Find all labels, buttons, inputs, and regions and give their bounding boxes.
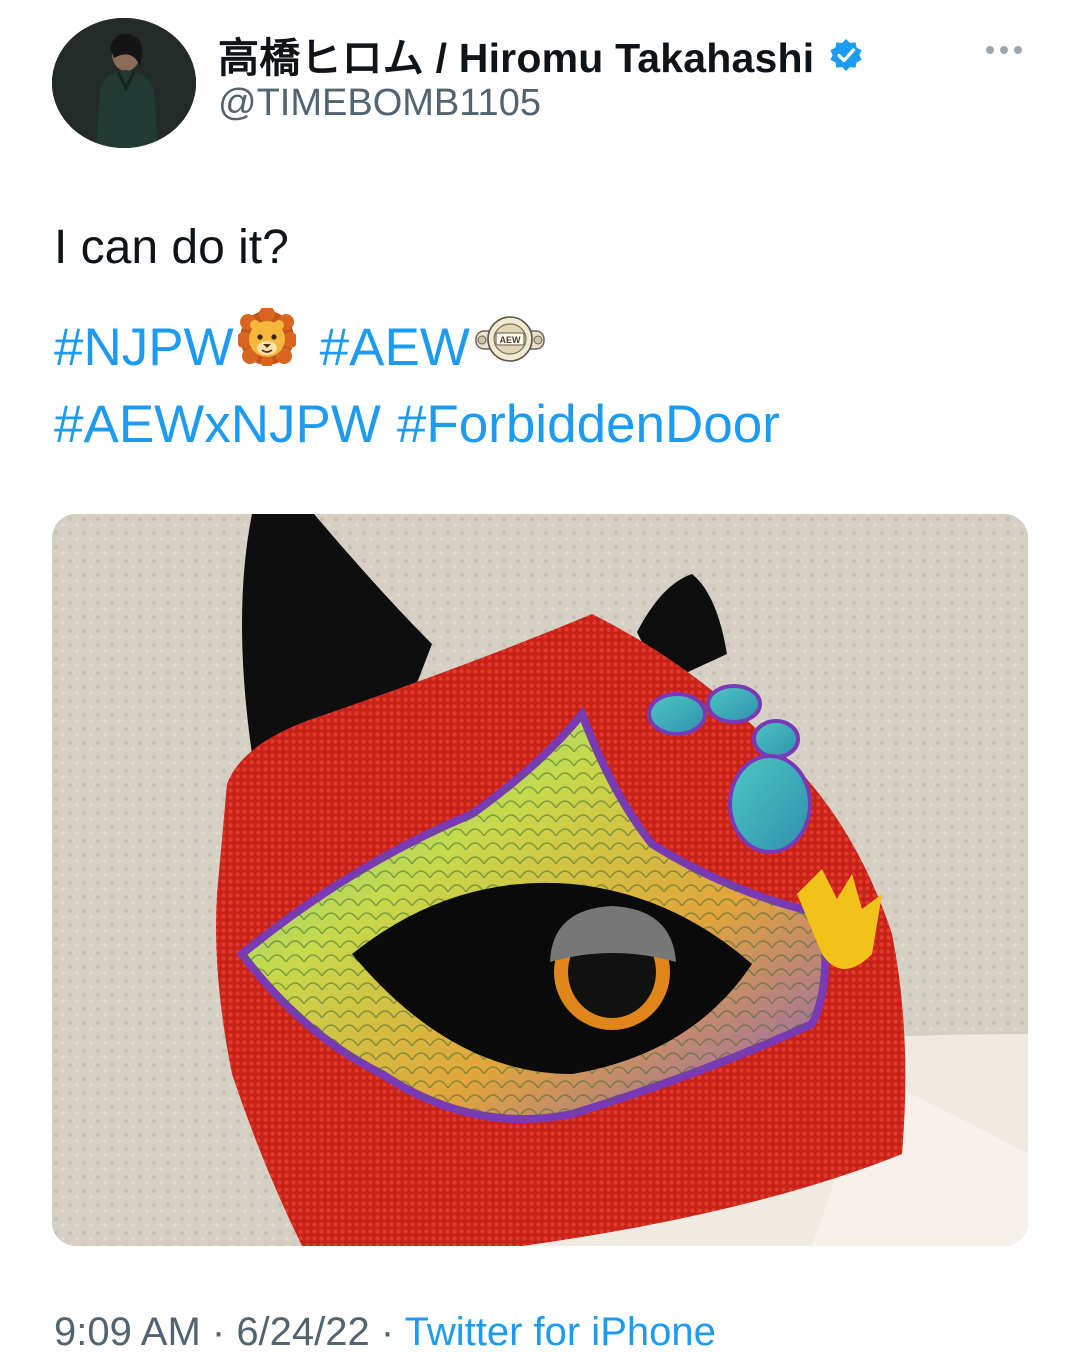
hashtag-line-2: #AEWxNJPW #ForbiddenDoor [54, 387, 780, 463]
tweet-source-link[interactable]: Twitter for iPhone [405, 1310, 716, 1354]
tweet-text: I can do it? [54, 221, 289, 274]
author-handle[interactable]: @TIMEBOMB1105 [218, 82, 541, 125]
meta-separator-2: · [369, 1310, 405, 1354]
tweet-date[interactable]: 6/24/22 [236, 1310, 369, 1354]
author-avatar[interactable] [52, 18, 196, 148]
hashtag-aewxnjpw[interactable]: #AEWxNJPW [54, 387, 381, 463]
championship-belt-emoji: AEW [474, 310, 546, 386]
hashtag-block: #NJPW #AEW AEW #AEWxNJPW #ForbiddenDoor [54, 306, 780, 463]
tweet-photo[interactable] [52, 514, 1028, 1246]
author-display-name[interactable]: 高橋ヒロム / Hiromu Takahashi [218, 24, 864, 84]
more-horizontal-icon[interactable] [984, 30, 1024, 70]
lion-emoji [235, 306, 298, 387]
display-name-text: 高橋ヒロム / Hiromu Takahashi [218, 35, 815, 81]
verified-badge-icon [828, 36, 864, 72]
belt-label: AEW [499, 335, 521, 345]
tweet-time[interactable]: 9:09 AM [54, 1310, 201, 1354]
hashtag-forbiddendoor[interactable]: #ForbiddenDoor [397, 387, 780, 463]
hashtag-njpw[interactable]: #NJPW [54, 310, 234, 386]
hashtag-line-1: #NJPW #AEW AEW [54, 306, 780, 387]
meta-separator-1: · [200, 1310, 237, 1354]
hashtag-aew[interactable]: #AEW [320, 310, 470, 386]
tweet-meta: 9:09 AM · 6/24/22 · Twitter for iPhone [54, 1310, 716, 1355]
